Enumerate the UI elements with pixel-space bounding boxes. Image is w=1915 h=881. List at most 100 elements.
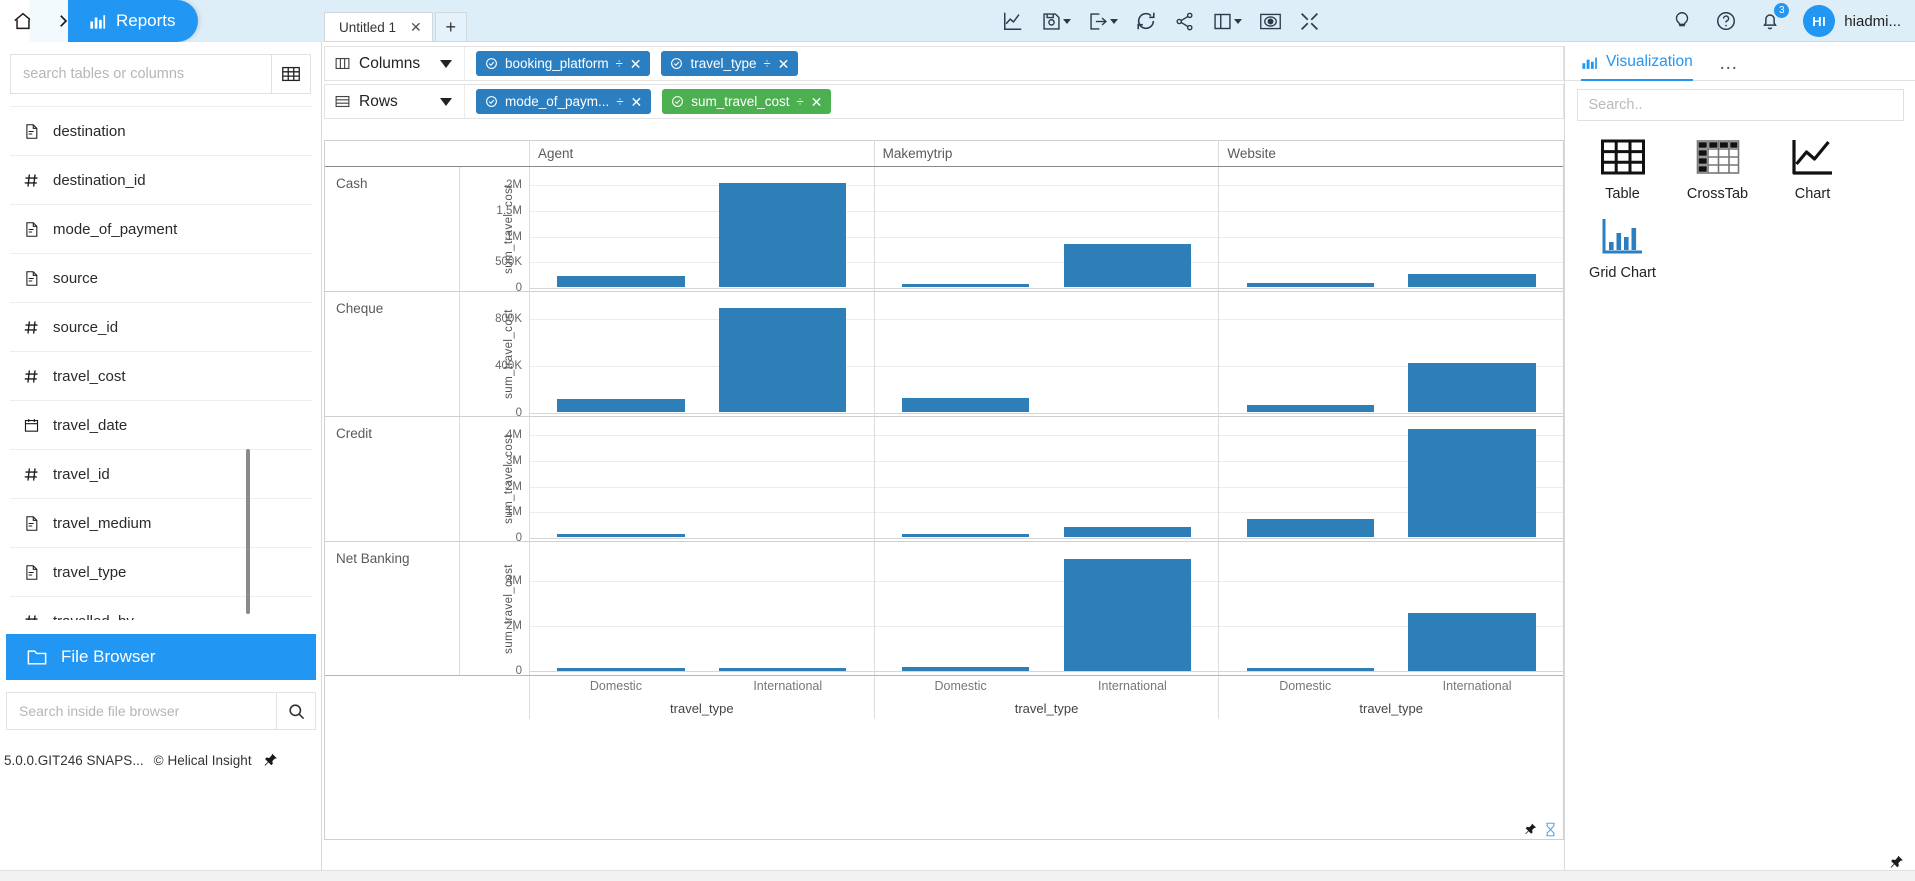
close-icon[interactable]: ✕ <box>630 57 642 71</box>
document-tab-untitled-1[interactable]: Untitled 1 ✕ <box>324 12 433 42</box>
preview-eye-icon[interactable] <box>1259 11 1282 32</box>
bar-international[interactable] <box>1063 558 1191 671</box>
bar-international[interactable] <box>1408 274 1536 287</box>
field-item-mode-of-payment[interactable]: mode_of_payment <box>10 205 312 254</box>
chevron-down-icon[interactable] <box>1234 18 1242 24</box>
shelf-pill-label: booking_platform <box>505 56 609 71</box>
layout-panel-button[interactable] <box>1212 11 1242 32</box>
close-icon[interactable]: ✕ <box>630 95 642 109</box>
rows-shelf-head[interactable]: Rows <box>325 85 465 118</box>
table-grid-icon[interactable] <box>271 54 311 94</box>
bar-domestic[interactable] <box>557 668 685 671</box>
chevron-down-icon[interactable] <box>440 97 452 106</box>
chevron-down-icon[interactable] <box>1110 18 1118 24</box>
field-item-travel-id[interactable]: travel_id <box>10 450 312 499</box>
avatar[interactable]: HI <box>1803 5 1836 37</box>
grid-line <box>874 185 1219 187</box>
user-menu[interactable]: HI hiadmi... <box>1803 5 1901 37</box>
field-item-travel-date[interactable]: travel_date <box>10 401 312 450</box>
breadcrumb-reports[interactable]: Reports <box>68 0 198 42</box>
grid-line <box>874 460 1219 462</box>
notifications-button[interactable]: 3 <box>1759 3 1790 32</box>
bar-international[interactable] <box>1063 243 1191 287</box>
viz-type-table[interactable]: Table <box>1575 137 1670 202</box>
file-browser-search-input[interactable] <box>6 692 276 730</box>
field-list-scrollbar[interactable] <box>246 449 250 614</box>
sort-icon[interactable]: ÷ <box>764 57 771 70</box>
shelf-pill-booking-platform[interactable]: booking_platform ÷ ✕ <box>476 51 651 76</box>
viz-type-crosstab[interactable]: CrossTab <box>1670 137 1765 202</box>
bar-domestic[interactable] <box>557 533 685 537</box>
bar-international[interactable] <box>1408 612 1536 671</box>
field-item-travel-type[interactable]: travel_type <box>10 548 312 597</box>
field-item-travel-medium[interactable]: travel_medium <box>10 499 312 548</box>
chart-row: Cheque sum_travel_cost 0 400K 800K <box>325 292 1563 419</box>
search-input[interactable] <box>10 54 271 94</box>
bar-domestic[interactable] <box>1246 404 1374 412</box>
bar-domestic[interactable] <box>902 534 1030 537</box>
bar-domestic[interactable] <box>557 399 685 412</box>
save-button[interactable] <box>1041 11 1071 32</box>
grid-line <box>874 435 1219 437</box>
field-item-source-id[interactable]: source_id <box>10 303 312 352</box>
bar-international[interactable] <box>719 183 847 287</box>
visualization-type-list: Table CrossTab Chart Grid Chart <box>1575 121 1915 295</box>
line-chart-icon[interactable] <box>1002 10 1024 32</box>
y-axis: sum_travel_cost 0 400K 800K <box>460 292 530 419</box>
bar-domestic[interactable] <box>902 284 1030 287</box>
bar-international[interactable] <box>1063 526 1191 537</box>
grid-line <box>874 365 1219 367</box>
close-icon[interactable]: ✕ <box>778 57 790 71</box>
shelf-pill-sum-travel-cost[interactable]: sum_travel_cost ÷ ✕ <box>662 89 832 114</box>
add-tab-button[interactable]: + <box>434 12 467 42</box>
refresh-icon[interactable] <box>1135 10 1157 32</box>
pin-icon[interactable] <box>1888 854 1905 871</box>
share-icon[interactable] <box>1174 11 1195 32</box>
copyright-label: Helical Insight <box>167 752 252 768</box>
bar-international[interactable] <box>719 668 847 671</box>
search-icon[interactable] <box>276 692 316 730</box>
sort-icon[interactable]: ÷ <box>796 95 803 108</box>
bar-domestic[interactable] <box>902 666 1030 671</box>
field-item-source[interactable]: source <box>10 254 312 303</box>
pin-icon[interactable] <box>262 752 279 769</box>
help-icon[interactable] <box>1715 10 1737 32</box>
rows-shelf-pills: mode_of_paym... ÷ ✕ sum_travel_cost ÷ ✕ <box>465 89 832 114</box>
lightbulb-icon[interactable] <box>1671 10 1693 32</box>
grid-line <box>1219 318 1563 320</box>
field-item-destination[interactable]: destination <box>10 107 312 156</box>
shelf-pill-mode-of-paym[interactable]: mode_of_paym... ÷ ✕ <box>476 89 652 114</box>
more-options-icon[interactable]: … <box>1719 54 1739 73</box>
file-browser-button[interactable]: File Browser <box>6 634 316 680</box>
close-icon[interactable]: ✕ <box>410 19 422 36</box>
bar-international[interactable] <box>719 308 847 412</box>
field-list[interactable]: destination destination_id mode_of_payment… <box>10 106 312 620</box>
chart-grid-panel: Agent Makemytrip Website Cash sum_travel_co… <box>324 140 1564 840</box>
bar-domestic[interactable] <box>1246 519 1374 537</box>
chevron-down-icon[interactable] <box>440 59 452 68</box>
viz-type-chart[interactable]: Chart <box>1765 137 1860 202</box>
visualization-search-input[interactable] <box>1576 89 1904 121</box>
bar-international[interactable] <box>1408 429 1536 537</box>
line-chart-icon <box>1790 137 1836 177</box>
field-item-travelled-by[interactable]: travelled_by <box>10 597 312 620</box>
chevron-down-icon[interactable] <box>1063 18 1071 24</box>
fullscreen-icon[interactable] <box>1299 11 1320 32</box>
bar-domestic[interactable] <box>1246 282 1374 287</box>
close-icon[interactable]: ✕ <box>811 95 823 109</box>
columns-shelf-head[interactable]: Columns <box>325 47 465 80</box>
bar-domestic[interactable] <box>902 398 1030 412</box>
bar-domestic[interactable] <box>1246 668 1374 671</box>
pin-icon[interactable] <box>1523 822 1538 837</box>
field-item-travel-cost[interactable]: travel_cost <box>10 352 312 401</box>
viz-type-grid-chart[interactable]: Grid Chart <box>1575 216 1670 281</box>
bar-domestic[interactable] <box>557 275 685 287</box>
bar-international[interactable] <box>1408 362 1536 412</box>
zero-line <box>530 288 874 289</box>
shelf-pill-travel-type[interactable]: travel_type ÷ ✕ <box>661 51 799 76</box>
sort-icon[interactable]: ÷ <box>616 57 623 70</box>
export-button[interactable] <box>1088 11 1118 32</box>
tab-visualization[interactable]: Visualization <box>1581 46 1693 81</box>
field-item-destination-id[interactable]: destination_id <box>10 156 312 205</box>
sort-icon[interactable]: ÷ <box>616 95 623 108</box>
